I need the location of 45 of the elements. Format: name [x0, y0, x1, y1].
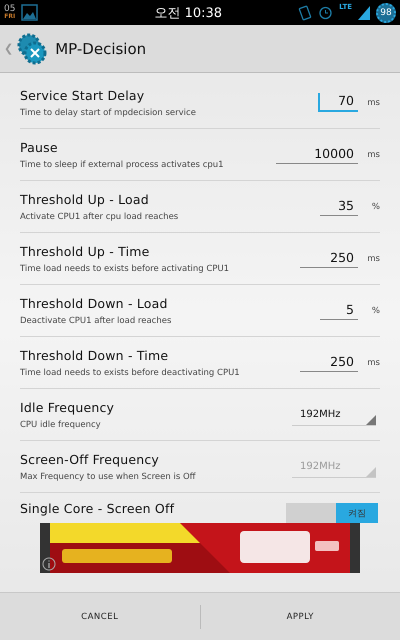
unit-label: % — [370, 306, 380, 316]
setting-title: Threshold Up - Time — [20, 244, 151, 258]
setting-description: Deactivate CPU1 after load reaches — [20, 316, 172, 326]
number-field[interactable]: 35 — [320, 198, 358, 216]
screen-title: MP-Decision — [55, 40, 146, 58]
unit-label: ms — [366, 150, 380, 160]
setting-description: CPU idle frequency — [20, 420, 102, 430]
setting-description: Time to delay start of mpdecision service — [20, 108, 197, 118]
unit-label: ms — [366, 254, 380, 264]
setting-description: Time load needs to exists before deactivating CPU1 — [20, 368, 241, 378]
setting-title: Threshold Down - Load — [20, 296, 169, 310]
setting-title: Pause — [20, 140, 59, 154]
dropdown-corner-icon — [366, 466, 376, 476]
setting-title: Screen-Off Frequency — [20, 452, 160, 466]
dialog-button[interactable]: CANCEL — [0, 593, 200, 640]
number-field[interactable]: 5 — [320, 302, 358, 320]
unit-label: ms — [366, 98, 380, 108]
signal-icon — [358, 6, 370, 20]
unit-label: % — [370, 202, 380, 212]
toggle-switch[interactable]: 켜짐 — [286, 503, 378, 523]
info-icon[interactable] — [42, 557, 56, 571]
setting-title: Service Start Delay — [20, 88, 146, 102]
vibrate-icon — [298, 4, 312, 20]
frequency-dropdown[interactable]: 192MHz — [292, 404, 376, 426]
status-time: 오전 10:38 — [153, 4, 224, 22]
gallery-icon — [21, 4, 38, 21]
dropdown-corner-icon — [366, 414, 376, 424]
setting-description: Activate CPU1 after cpu load reaches — [20, 212, 180, 222]
unit-label: ms — [366, 358, 380, 368]
setting-description: Time load needs to exists before activating CPU1 — [20, 264, 230, 274]
setting-title: Threshold Down - Time — [20, 348, 170, 362]
battery-level: 98 — [376, 2, 396, 22]
dialog-button[interactable]: APPLY — [200, 593, 400, 640]
setting-title: Single Core - Screen Off — [20, 500, 176, 516]
setting-description: Time to sleep if external process activates cpu1 — [20, 160, 225, 170]
number-field[interactable]: 70 — [318, 93, 358, 112]
alarm-icon — [318, 5, 334, 20]
setting-description: Max Frequency to use when Screen is Off — [20, 472, 197, 482]
status-date: 05 — [4, 5, 16, 14]
setting-title: Idle Frequency — [20, 400, 116, 414]
number-field[interactable]: 250 — [300, 354, 358, 372]
number-field[interactable]: 250 — [300, 250, 358, 268]
gear-icon — [15, 32, 50, 66]
setting-title: Threshold Up - Load — [20, 192, 150, 206]
number-field[interactable]: 10000 — [276, 146, 358, 164]
